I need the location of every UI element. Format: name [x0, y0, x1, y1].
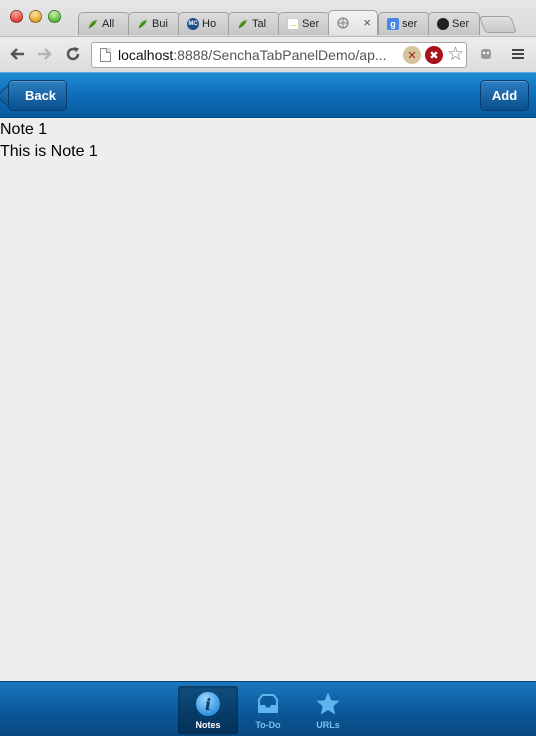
svg-text:i: i	[205, 695, 211, 714]
google-icon: g	[387, 18, 399, 30]
browser-tab-label: Bui	[152, 18, 168, 30]
new-tab-button[interactable]	[478, 16, 518, 33]
browser-tab-label: Tal	[252, 18, 267, 30]
note-body: This is Note 1	[0, 143, 98, 160]
sencha-leaf-icon	[137, 18, 149, 30]
minimize-window-button[interactable]	[29, 10, 42, 23]
browser-tab-label: Ser	[452, 18, 470, 30]
ext-red-icon[interactable]: ✖	[424, 46, 443, 64]
window-controls	[10, 10, 61, 23]
close-tab-icon[interactable]: ×	[363, 15, 371, 30]
title-bar: Back Add	[0, 72, 536, 118]
browser-tab[interactable]: → Ser	[278, 12, 330, 35]
url-host: localhost	[118, 47, 174, 63]
globe-icon	[337, 17, 349, 29]
page-icon	[100, 48, 111, 62]
arrows-icon: →	[287, 18, 299, 30]
url-path: :8888/SenchaTabPanelDemo/ap...	[173, 47, 387, 63]
browser-tab[interactable]: All	[78, 12, 130, 35]
tab-urls[interactable]: URLs	[298, 686, 358, 734]
browser-tab-active[interactable]: ×	[328, 10, 378, 35]
menu-icon[interactable]	[508, 44, 528, 64]
browser-tab[interactable]: Bui	[128, 12, 180, 35]
note-detail: Note 1 This is Note 1	[0, 119, 536, 681]
tab-bar: i Notes To-Do URLs	[0, 681, 536, 736]
add-button[interactable]: Add	[480, 80, 529, 111]
close-window-button[interactable]	[10, 10, 23, 23]
tab-strip: All Bui MC Ho Tal → Ser × g ser Ser	[78, 10, 518, 35]
reload-icon[interactable]	[62, 43, 84, 65]
browser-tab-label: Ser	[302, 18, 320, 30]
sencha-leaf-icon	[237, 18, 249, 30]
browser-tab[interactable]: Tal	[228, 12, 280, 35]
sencha-leaf-icon	[87, 18, 99, 30]
browser-tab[interactable]: g ser	[378, 12, 430, 35]
blocked-cookie-icon[interactable]: ✕	[402, 46, 421, 64]
tab-urls-label: URLs	[316, 720, 340, 730]
tab-notes[interactable]: i Notes	[178, 686, 238, 734]
github-icon	[437, 18, 449, 30]
add-button-label: Add	[491, 88, 518, 103]
bookmark-star-icon[interactable]: ☆	[447, 45, 464, 64]
browser-toolbar: localhost:8888/SenchaTabPanelDemo/ap... …	[0, 36, 536, 72]
star-icon	[316, 692, 340, 715]
back-button[interactable]: Back	[8, 80, 67, 111]
forward-arrow-icon[interactable]	[34, 43, 56, 65]
tab-todo-label: To-Do	[255, 720, 281, 730]
zoom-window-button[interactable]	[48, 10, 61, 23]
address-bar[interactable]: localhost:8888/SenchaTabPanelDemo/ap... …	[91, 42, 467, 68]
browser-tab-label: All	[102, 18, 115, 30]
browser-tab-label: Ho	[202, 18, 217, 30]
back-arrow-icon[interactable]	[6, 43, 28, 65]
info-icon: i	[196, 692, 220, 716]
browser-chrome: All Bui MC Ho Tal → Ser × g ser Ser loca…	[0, 0, 536, 72]
browser-tab[interactable]: Ser	[428, 12, 480, 35]
back-button-label: Back	[24, 88, 57, 103]
browser-tab[interactable]: MC Ho	[178, 12, 230, 35]
browser-tab-label: ser	[402, 18, 418, 30]
note-title: Note 1	[0, 121, 48, 138]
tab-notes-label: Notes	[195, 720, 221, 730]
extension-icon[interactable]	[476, 44, 496, 64]
mc-icon: MC	[187, 18, 199, 30]
inbox-icon	[258, 694, 278, 713]
tab-todo[interactable]: To-Do	[238, 686, 298, 734]
